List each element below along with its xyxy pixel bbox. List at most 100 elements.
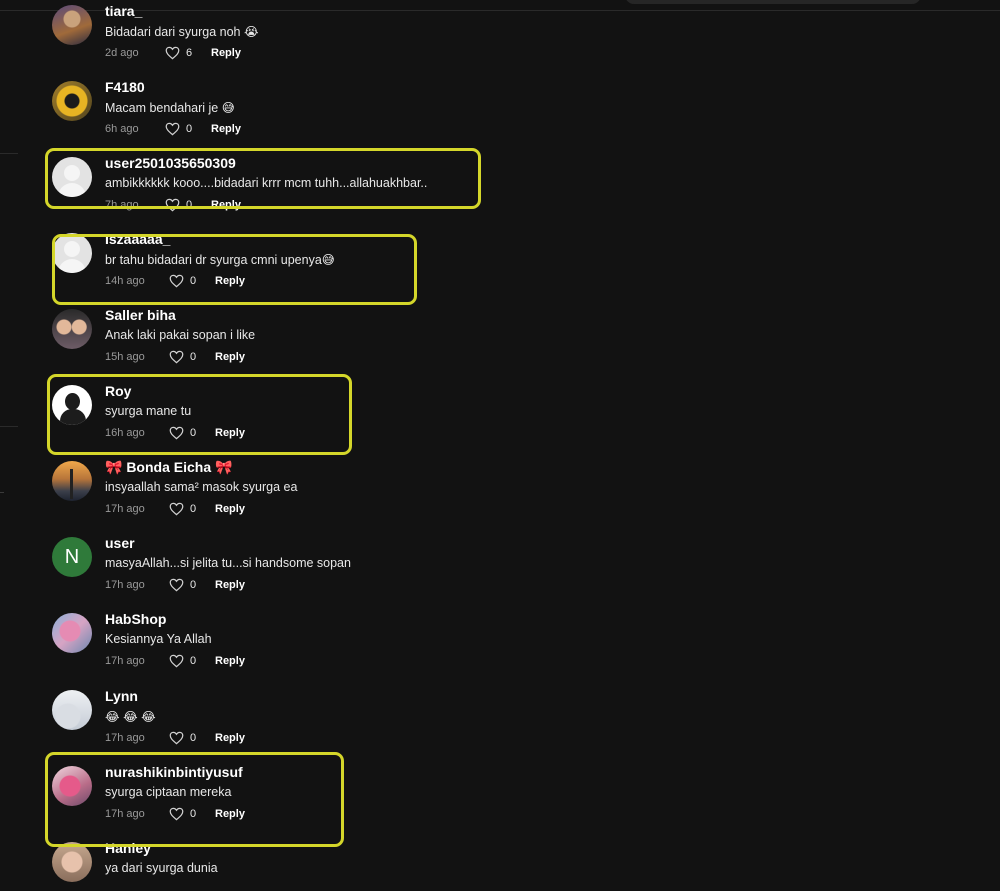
like-count: 0 <box>186 199 193 211</box>
comment-text: br tahu bidadari dr syurga cmni upenya😅 <box>105 253 335 267</box>
like-button[interactable]: 6 <box>165 46 192 60</box>
avatar[interactable] <box>52 309 92 349</box>
comment-time: 6h ago <box>105 123 139 135</box>
like-button[interactable]: 0 <box>169 654 196 668</box>
comment-item: N user masyaAllah...si jelita tu...si ha… <box>52 535 572 607</box>
reply-button[interactable]: Reply <box>211 47 241 59</box>
comment-item: user2501035650309 ambikkkkkk kooo....bid… <box>52 155 572 227</box>
comment-username[interactable]: Iszaaaaa_ <box>105 231 170 247</box>
like-count: 0 <box>190 732 197 744</box>
heart-icon <box>169 426 184 440</box>
reply-button[interactable]: Reply <box>215 503 245 515</box>
comment-username[interactable]: user2501035650309 <box>105 155 236 171</box>
avatar[interactable] <box>52 766 92 806</box>
avatar-letter[interactable]: N <box>52 537 92 577</box>
comment-item: tiara_ Bidadari dari syurga noh 😭 2d ago… <box>52 3 572 75</box>
comment-time: 7h ago <box>105 199 139 211</box>
comment-username[interactable]: 🎀 Bonda Eicha 🎀 <box>105 459 232 476</box>
like-count: 0 <box>190 275 197 287</box>
like-count: 0 <box>190 579 197 591</box>
comment-time: 17h ago <box>105 808 145 820</box>
left-divider <box>0 492 4 493</box>
heart-icon <box>169 350 184 364</box>
comment-item: Roy syurga mane tu 16h ago 0 Reply <box>52 383 572 455</box>
like-count: 0 <box>190 427 197 439</box>
comment-text: Kesiannya Ya Allah <box>105 632 212 646</box>
heart-icon <box>165 46 180 60</box>
heart-icon <box>169 731 184 745</box>
like-button[interactable]: 0 <box>169 731 196 745</box>
left-divider <box>0 153 18 154</box>
comment-time: 17h ago <box>105 732 145 744</box>
comment-username[interactable]: Roy <box>105 383 131 399</box>
heart-icon <box>169 274 184 288</box>
avatar[interactable] <box>52 842 92 882</box>
comment-time: 2d ago <box>105 47 139 59</box>
like-count: 0 <box>186 123 193 135</box>
reply-button[interactable]: Reply <box>215 351 245 363</box>
avatar[interactable] <box>52 81 92 121</box>
comment-username[interactable]: Lynn <box>105 688 138 704</box>
like-button[interactable]: 0 <box>169 350 196 364</box>
comment-text: 😂 😂 😂 <box>105 710 156 724</box>
comment-time: 17h ago <box>105 503 145 515</box>
reply-button[interactable]: Reply <box>215 655 245 667</box>
comment-time: 17h ago <box>105 655 145 667</box>
comment-item: Iszaaaaa_ br tahu bidadari dr syurga cmn… <box>52 231 572 303</box>
comment-text: syurga ciptaan mereka <box>105 785 232 799</box>
heart-icon <box>169 654 184 668</box>
comment-time: 14h ago <box>105 275 145 287</box>
comment-username[interactable]: tiara_ <box>105 3 142 19</box>
like-button[interactable]: 0 <box>169 502 196 516</box>
reply-button[interactable]: Reply <box>211 123 241 135</box>
search-bar-edge[interactable] <box>625 0 921 4</box>
avatar[interactable] <box>52 5 92 45</box>
like-button[interactable]: 0 <box>169 578 196 592</box>
comment-text: Macam bendahari je 😅 <box>105 101 235 115</box>
comment-text: Anak laki pakai sopan i like <box>105 328 256 342</box>
avatar[interactable] <box>52 461 92 501</box>
comment-username[interactable]: HabShop <box>105 611 166 627</box>
comment-text: ambikkkkkk kooo....bidadari krrr mcm tuh… <box>105 176 428 190</box>
comment-time: 15h ago <box>105 351 145 363</box>
avatar[interactable] <box>52 690 92 730</box>
comment-text: ya dari syurga dunia <box>105 861 218 875</box>
avatar-default-icon[interactable] <box>52 157 92 197</box>
avatar[interactable] <box>52 385 92 425</box>
like-count: 0 <box>190 351 197 363</box>
reply-button[interactable]: Reply <box>215 732 245 744</box>
comment-username[interactable]: Saller biha <box>105 307 176 323</box>
heart-icon <box>165 198 180 212</box>
like-count: 0 <box>190 503 197 515</box>
comment-text: syurga mane tu <box>105 404 192 418</box>
comment-username[interactable]: nurashikinbintiyusuf <box>105 764 243 780</box>
like-button[interactable]: 0 <box>169 274 196 288</box>
like-button[interactable]: 0 <box>165 122 192 136</box>
comment-text: masyaAllah...si jelita tu...si handsome … <box>105 556 351 570</box>
reply-button[interactable]: Reply <box>215 275 245 287</box>
comment-username[interactable]: Haniey <box>105 840 151 856</box>
comment-text: Bidadari dari syurga noh 😭 <box>105 25 259 39</box>
reply-button[interactable]: Reply <box>215 427 245 439</box>
reply-button[interactable]: Reply <box>215 579 245 591</box>
comment-username[interactable]: user <box>105 535 135 551</box>
heart-icon <box>165 122 180 136</box>
comment-item: Saller biha Anak laki pakai sopan i like… <box>52 307 572 379</box>
comment-item: Haniey ya dari syurga dunia <box>52 840 572 891</box>
comment-username[interactable]: F4180 <box>105 79 145 95</box>
avatar[interactable] <box>52 613 92 653</box>
heart-icon <box>169 502 184 516</box>
avatar-default-icon[interactable] <box>52 233 92 273</box>
like-button[interactable]: 0 <box>169 807 196 821</box>
reply-button[interactable]: Reply <box>211 199 241 211</box>
heart-icon <box>169 807 184 821</box>
like-count: 0 <box>190 655 197 667</box>
left-divider <box>0 426 18 427</box>
like-count: 6 <box>186 47 193 59</box>
comment-time: 17h ago <box>105 579 145 591</box>
comment-text: insyaallah sama² masok syurga ea <box>105 480 298 494</box>
like-button[interactable]: 0 <box>169 426 196 440</box>
like-button[interactable]: 0 <box>165 198 192 212</box>
reply-button[interactable]: Reply <box>215 808 245 820</box>
comment-item: Lynn 😂 😂 😂 17h ago 0 Reply <box>52 688 572 760</box>
